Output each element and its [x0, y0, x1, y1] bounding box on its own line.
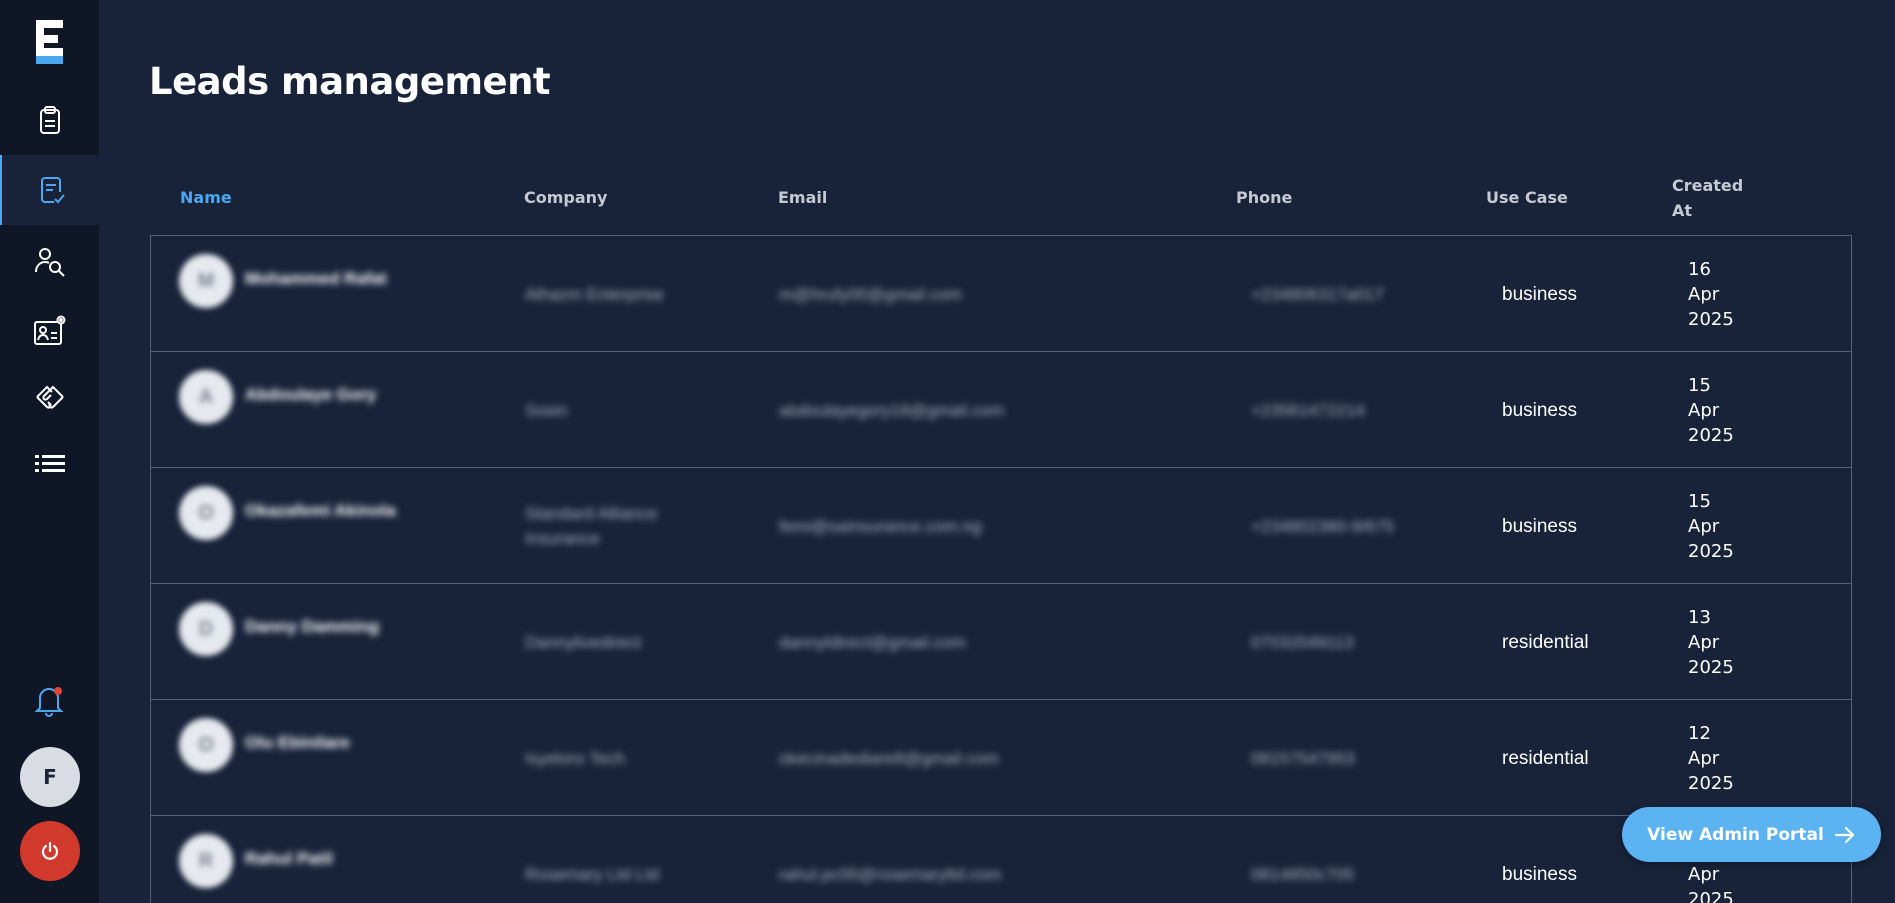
lead-email: rahul.pc00@rosemaryltd.com — [779, 864, 1002, 884]
column-header-phone[interactable]: Phone — [1236, 160, 1292, 235]
nav-item-leads-management[interactable] — [0, 155, 99, 225]
table-row[interactable]: O Olu Ebinilare Isyeloro Tech okecinadediar… — [151, 700, 1851, 816]
lead-avatar: O — [179, 486, 233, 540]
lead-name: Olu Ebinilare — [245, 733, 350, 752]
table-row[interactable]: R Rahul Patil Rosemary Ltd Ltd rahul.pc00@r… — [151, 816, 1851, 903]
lead-use-case: business — [1502, 399, 1577, 421]
lead-email: abdoulayegory18@gmail.com — [779, 400, 1005, 420]
user-avatar[interactable]: F — [20, 747, 80, 807]
table-header: Name Company Email Phone Use Case Create… — [150, 160, 1852, 235]
table-row[interactable]: M Mohammed Rafat Alhazm Enterprise m@hrufy0… — [151, 236, 1851, 352]
table-row[interactable]: D Danny Damming Dannylivedirect dannyldirec… — [151, 584, 1851, 700]
lead-created-at: 13 Apr 2025 — [1688, 606, 1734, 678]
lead-created-at: 15 Apr 2025 — [1688, 374, 1734, 446]
lead-created-at: 16 Apr 2025 — [1688, 258, 1734, 330]
lead-name: Okazafemi Akinola — [245, 501, 396, 520]
lead-avatar: R — [179, 834, 233, 888]
lead-use-case: business — [1502, 863, 1577, 885]
arrow-right-icon — [1834, 826, 1854, 843]
lead-company: Alhazm Enterprise — [525, 284, 664, 304]
column-header-email[interactable]: Email — [778, 160, 827, 235]
profile-settings-icon — [33, 315, 65, 345]
lead-company: Sosin — [525, 400, 568, 420]
user-search-icon — [34, 248, 65, 277]
lead-avatar: M — [179, 254, 233, 308]
page-title: Leads management — [149, 60, 551, 103]
handshake-icon — [35, 385, 64, 409]
lead-company: Dannylivedirect — [525, 632, 642, 652]
lead-email: okecinadediare8@gmail.com — [779, 748, 999, 768]
lead-created-at: 15 Apr 2025 — [1688, 490, 1734, 562]
brand-logo[interactable] — [36, 20, 63, 64]
clipboard-icon — [39, 106, 60, 134]
notifications-button[interactable] — [29, 680, 69, 720]
list-icon — [34, 455, 65, 472]
nav-item-user-search[interactable] — [0, 227, 99, 297]
lead-email: femi@saInsurance.com.ng — [779, 516, 982, 536]
leads-table: M Mohammed Rafat Alhazm Enterprise m@hrufy0… — [150, 235, 1852, 903]
lead-name: Abdoulaye Gory — [245, 385, 377, 404]
table-row[interactable]: O Okazafemi Akinola Standard Alliance Insu… — [151, 468, 1851, 584]
sidebar: F — [0, 0, 99, 903]
column-header-created-at[interactable]: Created At — [1672, 160, 1752, 235]
power-icon — [41, 841, 59, 860]
table-row[interactable]: A Abdoulaye Gory Sosin abdoulayegory18@gmai… — [151, 352, 1851, 468]
lead-phone: +23561472214 — [1251, 400, 1365, 420]
lead-company: Rosemary Ltd Ltd — [525, 864, 660, 884]
lead-phone: 08157547953 — [1251, 748, 1356, 768]
lead-phone: +234802380-9/675 — [1251, 516, 1395, 536]
lead-email: m@hrufy00@gmail.com — [779, 284, 962, 304]
lead-avatar: O — [179, 718, 233, 772]
lead-company: Standard Alliance Insurance — [525, 504, 658, 548]
lead-company: Isyeloro Tech — [525, 748, 625, 768]
lead-use-case: residential — [1502, 631, 1589, 653]
nav-item-list[interactable] — [0, 428, 99, 498]
nav-item-leads-list[interactable] — [0, 85, 99, 155]
clipboard-check-icon — [40, 177, 65, 204]
lead-use-case: residential — [1502, 747, 1589, 769]
nav-item-partners[interactable] — [0, 362, 99, 432]
column-header-name[interactable]: Name — [180, 160, 232, 235]
column-header-use-case[interactable]: Use Case — [1486, 160, 1568, 235]
view-admin-portal-button[interactable]: View Admin Portal — [1622, 807, 1881, 862]
lead-created-at: 12 Apr 2025 — [1688, 722, 1734, 794]
cta-label: View Admin Portal — [1647, 824, 1824, 845]
lead-use-case: business — [1502, 515, 1577, 537]
lead-email: dannyldirect@gmail.com — [779, 632, 966, 652]
lead-phone: 0814850c705 — [1251, 864, 1355, 884]
lead-name: Mohammed Rafat — [245, 269, 387, 288]
lead-avatar: A — [179, 370, 233, 424]
lead-phone: 07032049113 — [1251, 632, 1354, 652]
lead-avatar: D — [179, 602, 233, 656]
nav-item-profile-settings[interactable] — [0, 296, 99, 366]
lead-use-case: business — [1502, 283, 1577, 305]
lead-phone: +234806317a017 — [1251, 284, 1384, 304]
logout-button[interactable] — [20, 821, 80, 881]
column-header-company[interactable]: Company — [524, 160, 607, 235]
bell-icon — [34, 687, 64, 717]
lead-name: Danny Damming — [245, 617, 380, 636]
lead-name: Rahul Patil — [245, 849, 333, 868]
